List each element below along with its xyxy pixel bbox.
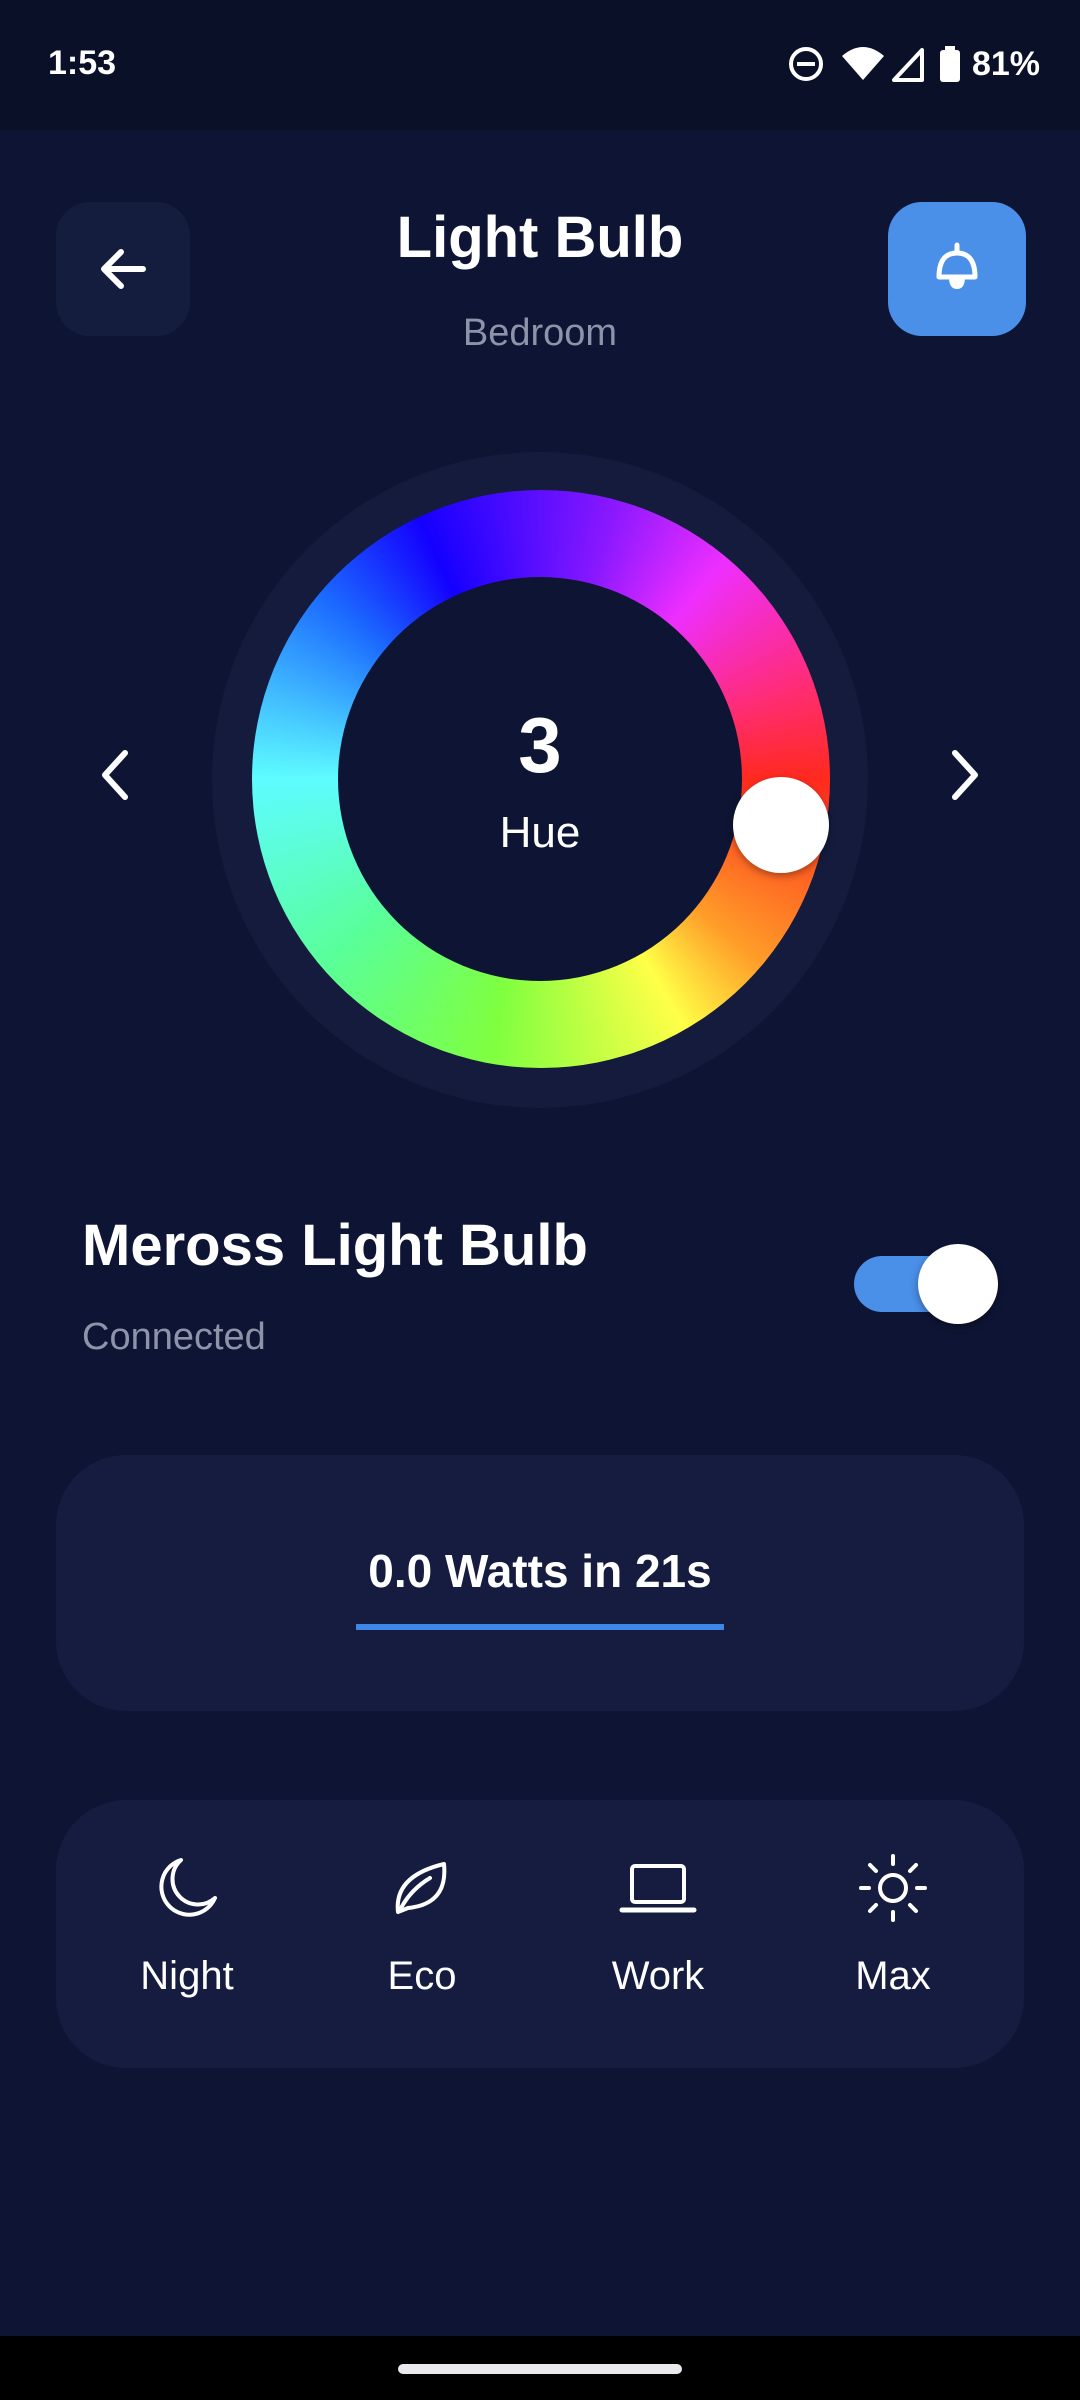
hue-value: 3	[518, 701, 562, 789]
battery-percent: 81%	[971, 44, 1040, 83]
light-bulb-button[interactable]	[888, 202, 1026, 336]
status-icons: 81%	[786, 42, 1040, 86]
device-name: Meross Light Bulb	[82, 1213, 588, 1278]
sun-icon	[853, 1848, 933, 1928]
battery-icon	[939, 46, 960, 82]
mode-label: Eco	[387, 1954, 457, 1998]
chevron-right-icon	[952, 750, 978, 800]
next-mode-button[interactable]	[930, 740, 1000, 810]
laptop-icon	[618, 1848, 698, 1928]
ceiling-lamp-icon	[936, 242, 978, 289]
mode-label: Max	[855, 1954, 931, 1998]
mode-label: Work	[611, 1954, 705, 1998]
toggle-thumb	[918, 1244, 998, 1324]
power-toggle[interactable]	[854, 1244, 1000, 1324]
mode-work-button[interactable]: Work	[573, 1840, 743, 2020]
mode-max-button[interactable]: Max	[808, 1840, 978, 2020]
mode-night-button[interactable]: Night	[102, 1840, 272, 2020]
hue-label: Hue	[499, 808, 581, 857]
energy-usage-text: 0.0 Watts in 21s	[368, 1545, 712, 1597]
mode-label: Night	[140, 1954, 234, 1998]
device-status: Connected	[82, 1316, 266, 1358]
previous-mode-button[interactable]	[80, 740, 150, 810]
wifi-icon	[841, 47, 884, 80]
mode-eco-button[interactable]: Eco	[337, 1840, 507, 2020]
moon-icon	[147, 1848, 227, 1928]
room-subtitle: Bedroom	[462, 312, 618, 354]
home-indicator[interactable]	[398, 2364, 682, 2374]
leaf-icon	[382, 1848, 462, 1928]
energy-usage-tab[interactable]: 0.0 Watts in 21s	[356, 1540, 724, 1630]
active-tab-indicator	[356, 1624, 724, 1630]
back-button[interactable]	[56, 202, 190, 336]
do-not-disturb-icon	[788, 47, 823, 81]
page-title: Light Bulb	[396, 205, 684, 270]
signal-icon	[891, 48, 924, 82]
hue-slider-handle[interactable]	[733, 777, 829, 873]
chevron-left-icon	[102, 750, 128, 800]
screen: 1:53 81% Light Bulb Bedroom 3 Hue Meross…	[0, 0, 1080, 2400]
arrow-left-icon	[101, 249, 146, 289]
status-time: 1:53	[48, 44, 117, 82]
status-bar: 1:53 81%	[0, 0, 1080, 130]
